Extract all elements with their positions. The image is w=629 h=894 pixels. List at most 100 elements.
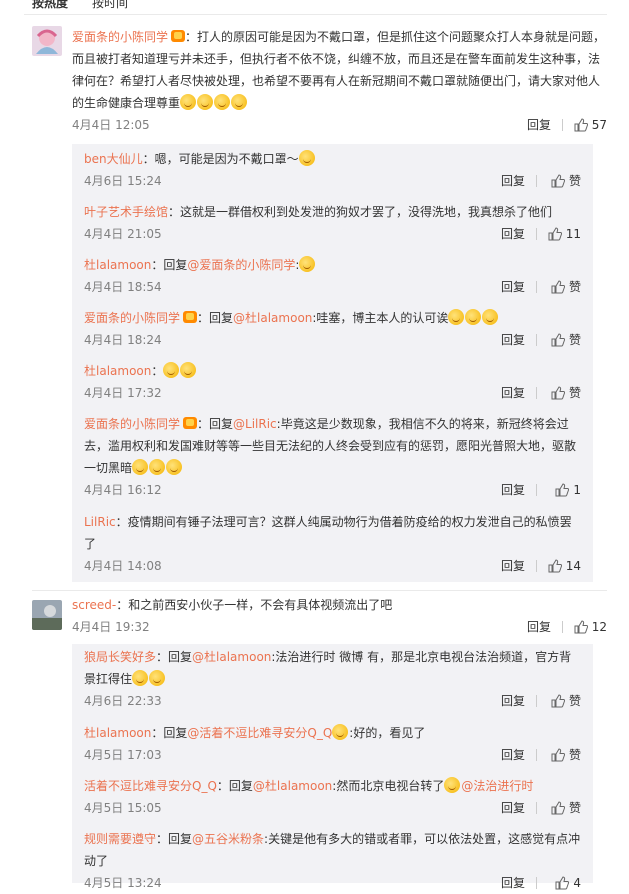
divider bbox=[32, 590, 607, 591]
avatar[interactable] bbox=[32, 600, 62, 630]
reply-time: 4月4日 18:24 bbox=[84, 333, 162, 347]
emoji-icon bbox=[132, 670, 149, 686]
reply-button[interactable]: 回复 bbox=[501, 223, 525, 245]
member-badge-icon bbox=[171, 30, 186, 42]
divider bbox=[536, 560, 537, 572]
comment-item: 爱面条的小陈同学 ：打人的原因可能是因为不戴口罩，但是抓住这个问题聚众打人本身就是… bbox=[32, 26, 607, 142]
reply-text: ：回复 bbox=[197, 417, 234, 431]
user-name[interactable]: 活着不逗比难寻安分Q_Q bbox=[84, 779, 217, 793]
thumbs-up-emoji-icon bbox=[163, 362, 180, 378]
like-count: 赞 bbox=[568, 694, 581, 708]
user-name[interactable]: LilRic bbox=[84, 515, 116, 529]
like-button[interactable]: 11 bbox=[548, 223, 581, 245]
like-button[interactable]: 赞 bbox=[551, 690, 581, 712]
reply-button[interactable]: 回复 bbox=[501, 555, 525, 577]
reply-button[interactable]: 回复 bbox=[501, 276, 525, 298]
like-button[interactable]: 赞 bbox=[551, 382, 581, 404]
emoji-icon bbox=[214, 94, 231, 110]
mention-link[interactable]: @杜lalamoon bbox=[192, 650, 271, 664]
reply-text: ：回复 bbox=[156, 650, 193, 664]
user-name[interactable]: 杜lalamoon bbox=[84, 364, 151, 378]
mention-link[interactable]: @杜lalamoon bbox=[233, 311, 312, 325]
divider bbox=[536, 281, 537, 293]
reply-button[interactable]: 回复 bbox=[501, 329, 525, 351]
thumb-up-icon bbox=[551, 694, 565, 708]
like-button[interactable]: 赞 bbox=[551, 744, 581, 766]
comment-text: ：和之前西安小伙子一样，不会有具体视频流出了吧 bbox=[116, 598, 393, 612]
mention-link[interactable]: @活着不逗比难寻安分Q_Q bbox=[187, 726, 332, 740]
reply-button[interactable]: 回复 bbox=[527, 114, 551, 136]
thumb-up-icon bbox=[551, 801, 565, 815]
divider bbox=[24, 14, 607, 15]
reply-item: 规则需要遵守：回复@五谷米粉条:关键是他有多大的错或者罪，可以依法处置，这感觉有… bbox=[72, 828, 593, 894]
reply-text: ：回复 bbox=[156, 832, 193, 846]
mention-link[interactable]: @杜lalamoon bbox=[253, 779, 332, 793]
divider bbox=[536, 695, 537, 707]
divider bbox=[536, 749, 537, 761]
reply-button[interactable]: 回复 bbox=[501, 797, 525, 819]
user-name[interactable]: 爱面条的小陈同学 bbox=[72, 30, 168, 44]
reply-button[interactable]: 回复 bbox=[501, 479, 525, 501]
like-button[interactable]: 14 bbox=[548, 555, 581, 577]
thumb-up-icon bbox=[551, 386, 565, 400]
emoji-icon bbox=[482, 309, 499, 325]
reply-list: ben大仙儿：嗯，可能是因为不戴口罩～ 4月6日 15:24 回复赞 叶子艺术手绘… bbox=[72, 144, 593, 582]
mention-link[interactable]: @爱面条的小陈同学 bbox=[187, 258, 295, 272]
like-button[interactable]: 赞 bbox=[551, 276, 581, 298]
reply-time: 4月4日 17:32 bbox=[84, 386, 162, 400]
reply-button[interactable]: 回复 bbox=[501, 872, 525, 894]
reply-button[interactable]: 回复 bbox=[527, 616, 551, 638]
user-name[interactable]: 杜lalamoon bbox=[84, 726, 151, 740]
reply-item: LilRic：疫情期间有锤子法理可言？这群人纯属动物行为借着防疫给的权力发泄自己… bbox=[72, 511, 593, 577]
like-button[interactable]: 12 bbox=[574, 616, 607, 638]
like-button[interactable]: 57 bbox=[574, 114, 607, 136]
like-count: 1 bbox=[573, 483, 581, 497]
mention-link[interactable]: @五谷米粉条 bbox=[192, 832, 264, 846]
thumb-up-icon bbox=[574, 118, 588, 132]
thumb-up-icon bbox=[555, 483, 570, 497]
reply-time: 4月4日 21:05 bbox=[84, 227, 162, 241]
comment-meta: 4月4日 12:05 回复 57 bbox=[72, 114, 607, 136]
like-button[interactable]: 4 bbox=[555, 872, 581, 894]
reply-button[interactable]: 回复 bbox=[501, 382, 525, 404]
user-name[interactable]: 狼局长笑好多 bbox=[84, 650, 156, 664]
reply-time: 4月6日 15:24 bbox=[84, 174, 162, 188]
reply-button[interactable]: 回复 bbox=[501, 744, 525, 766]
emoji-icon bbox=[166, 459, 183, 475]
reply-text: ：回复 bbox=[151, 726, 188, 740]
user-name[interactable]: 叶子艺术手绘馆 bbox=[84, 205, 168, 219]
user-name[interactable]: 规则需要遵守 bbox=[84, 832, 156, 846]
user-name[interactable]: 爱面条的小陈同学 bbox=[84, 417, 180, 431]
reply-text: :哇塞，博主本人的认可诶 bbox=[312, 311, 449, 325]
user-name[interactable]: ben大仙儿 bbox=[84, 152, 143, 166]
reply-time: 4月4日 18:54 bbox=[84, 280, 162, 294]
divider bbox=[536, 175, 537, 187]
like-button[interactable]: 赞 bbox=[551, 329, 581, 351]
reply-item: 活着不逗比难寻安分Q_Q：回复@杜lalamoon:然而北京电视台转了 @法治进行… bbox=[72, 775, 593, 819]
user-name[interactable]: 爱面条的小陈同学 bbox=[84, 311, 180, 325]
avatar[interactable] bbox=[32, 26, 62, 56]
tab-time[interactable]: 按时间 bbox=[92, 0, 128, 12]
emoji-icon bbox=[149, 670, 166, 686]
reply-item: 爱面条的小陈同学 ：回复@杜lalamoon:哇塞，博主本人的认可诶 4月4日 1… bbox=[72, 307, 593, 351]
user-name[interactable]: 杜lalamoon bbox=[84, 258, 151, 272]
mention-link[interactable]: @LilRic bbox=[233, 417, 277, 431]
user-name[interactable]: screed- bbox=[72, 598, 116, 612]
like-count: 赞 bbox=[568, 333, 581, 347]
emoji-icon bbox=[149, 459, 166, 475]
reply-button[interactable]: 回复 bbox=[501, 690, 525, 712]
like-button[interactable]: 1 bbox=[555, 479, 581, 501]
mention-link[interactable]: @法治进行时 bbox=[461, 779, 533, 793]
reply-button[interactable]: 回复 bbox=[501, 170, 525, 192]
like-count: 11 bbox=[565, 227, 581, 241]
like-button[interactable]: 赞 bbox=[551, 797, 581, 819]
tab-hot[interactable]: 按热度 bbox=[32, 0, 68, 12]
reply-text: ：这就是一群借权利到处发泄的狗奴才罢了，没得洗地，我真想杀了他们 bbox=[168, 205, 553, 219]
reply-time: 4月6日 22:33 bbox=[84, 694, 162, 708]
like-count: 赞 bbox=[568, 280, 581, 294]
like-count: 赞 bbox=[568, 386, 581, 400]
like-button[interactable]: 赞 bbox=[551, 170, 581, 192]
reply-time: 4月4日 14:08 bbox=[84, 559, 162, 573]
divider bbox=[562, 119, 563, 131]
reply-list: 狼局长笑好多：回复@杜lalamoon:法治进行时 微博 有，那是北京电视台法治… bbox=[72, 644, 593, 890]
